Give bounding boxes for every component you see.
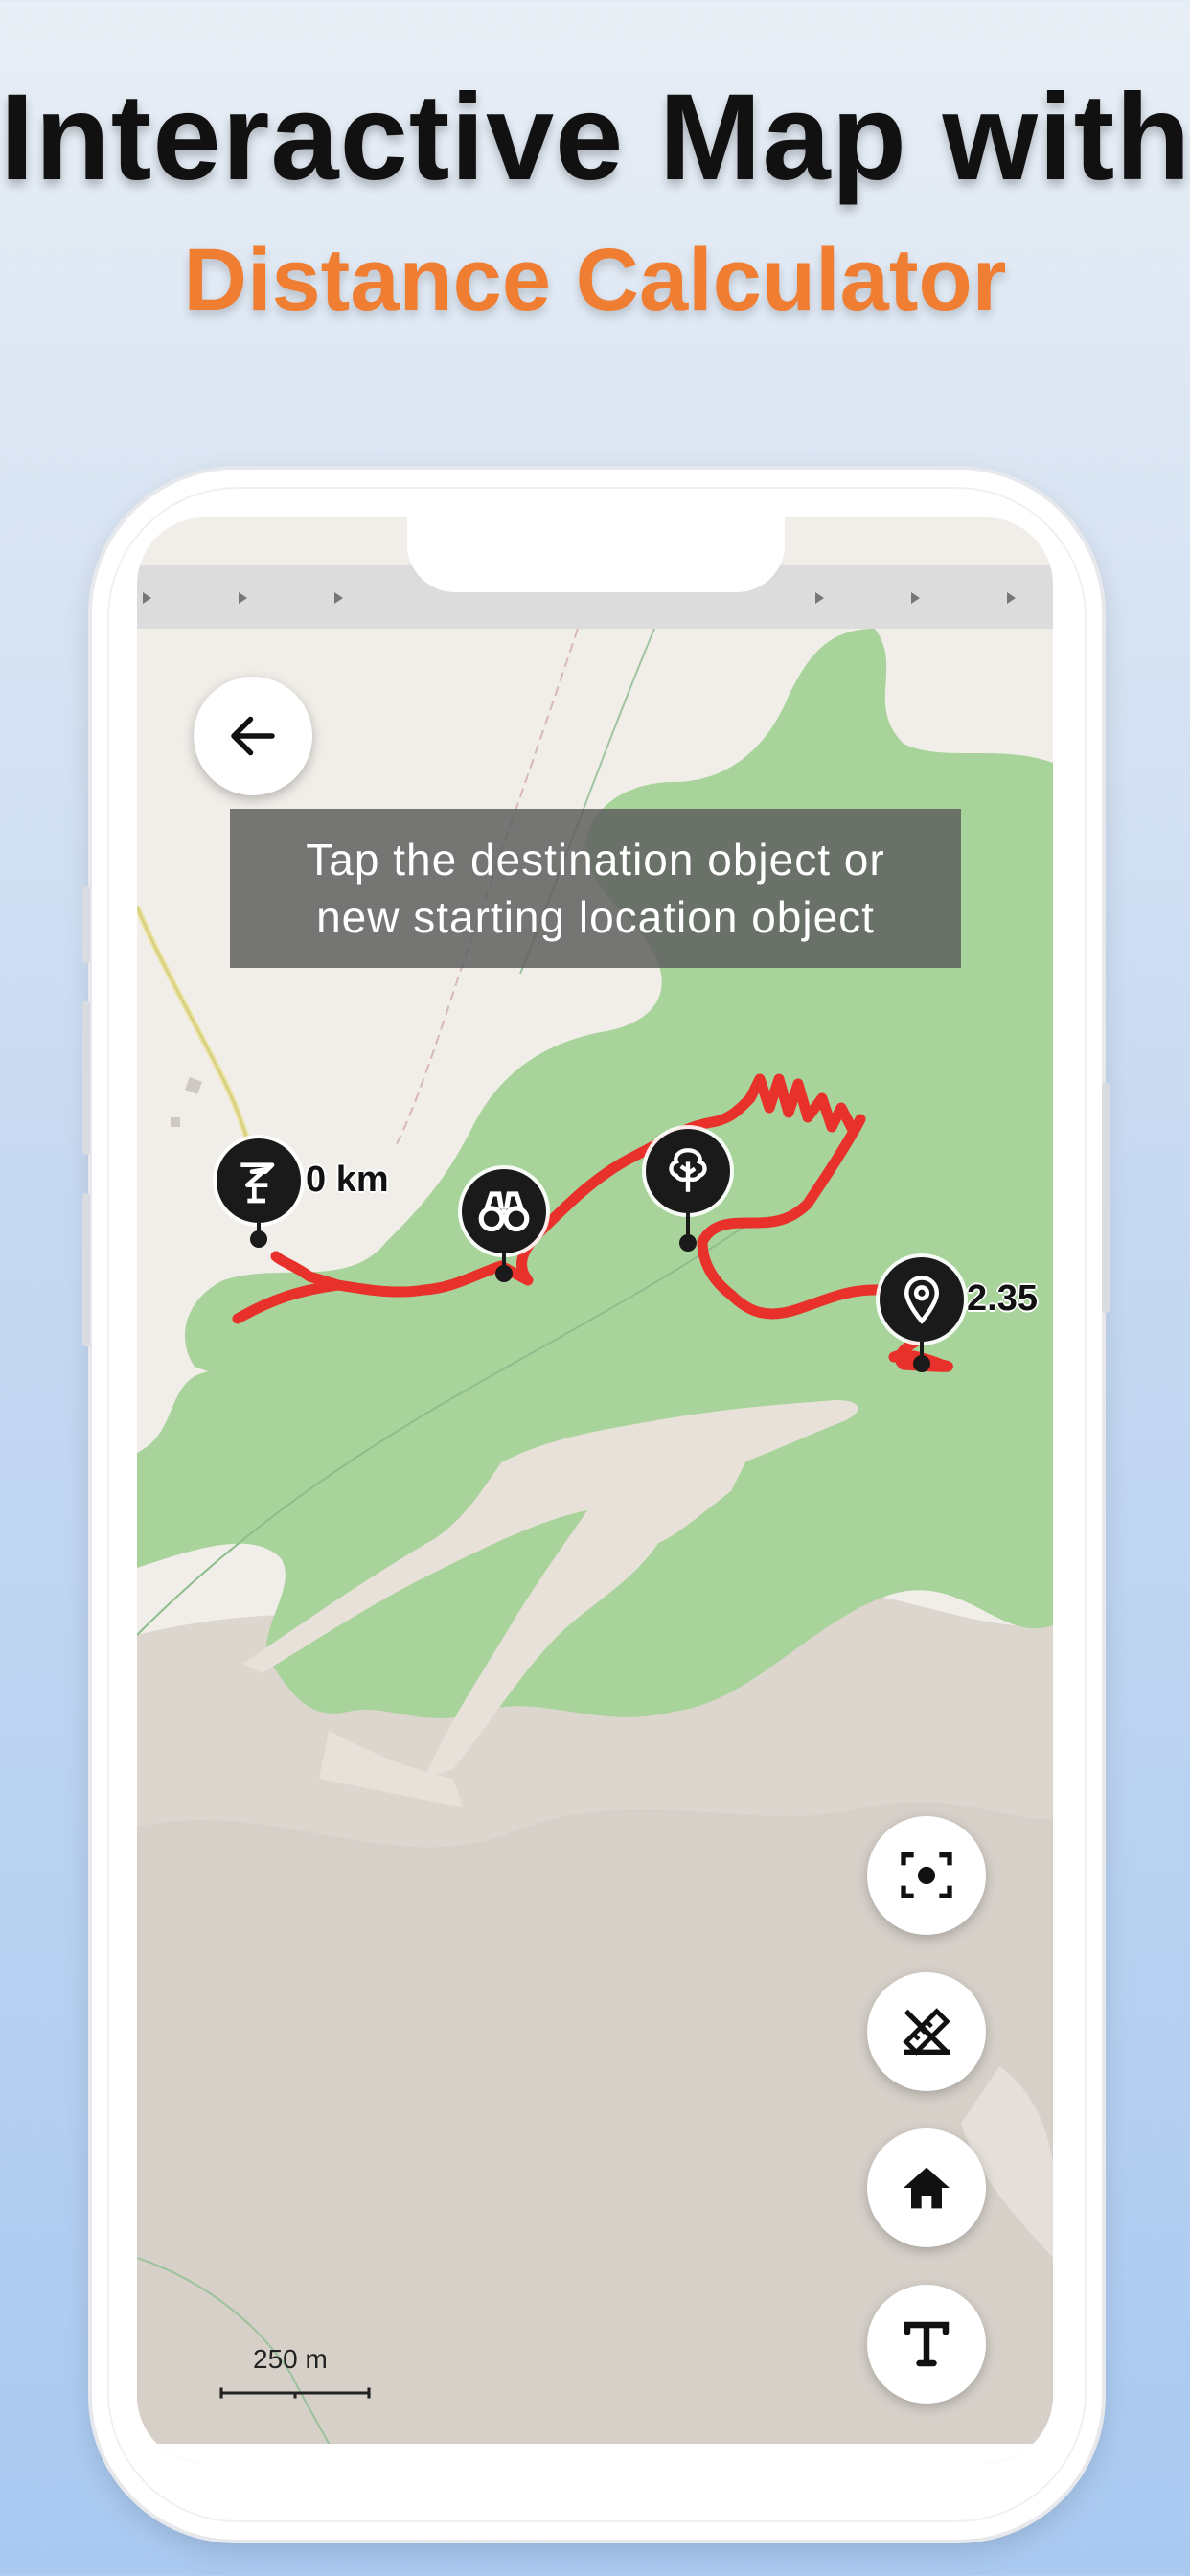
- headline-title: Interactive Map with: [0, 69, 1190, 206]
- destination-pin[interactable]: [880, 1257, 964, 1342]
- instruction-line-1: Tap the destination object or: [306, 835, 885, 885]
- headline-subtitle: Distance Calculator: [183, 231, 1007, 329]
- back-button[interactable]: [194, 677, 312, 795]
- signpost-icon: [240, 1162, 275, 1204]
- arrow-left-icon: [231, 716, 275, 756]
- pin-foot: [250, 1230, 267, 1248]
- start-distance-label: 0 km: [306, 1160, 389, 1200]
- status-indicator: [334, 592, 343, 604]
- home-icon: [904, 2167, 950, 2209]
- binoculars-icon: [478, 1191, 530, 1232]
- status-indicator: [815, 592, 824, 604]
- phone-screen: 0 km 2.35 250 m Tap the destination obje…: [137, 518, 1053, 2463]
- phone-notch: [407, 518, 785, 592]
- home-button[interactable]: [867, 2128, 986, 2247]
- pin-foot: [679, 1234, 697, 1252]
- text-button[interactable]: [867, 2285, 986, 2404]
- phone-side-button: [82, 886, 90, 963]
- ruler-off-icon: [903, 2008, 950, 2056]
- toggle-measure-button[interactable]: [867, 1972, 986, 2091]
- scale-bar: [219, 2387, 371, 2399]
- status-indicator: [1007, 592, 1016, 604]
- text-icon: [904, 2321, 950, 2367]
- tree-pin[interactable]: [646, 1129, 730, 1213]
- instruction-line-2: new starting location object: [316, 892, 875, 942]
- scale-label: 250 m: [253, 2344, 328, 2374]
- start-signpost-pin[interactable]: [217, 1138, 301, 1223]
- home-indicator-area: [137, 2444, 1053, 2463]
- status-indicator: [143, 592, 151, 604]
- focus-location-icon: [901, 1852, 952, 1898]
- viewpoint-pin[interactable]: [462, 1169, 546, 1254]
- tree-icon: [669, 1148, 707, 1192]
- pin-foot: [913, 1355, 930, 1372]
- status-indicator: [239, 592, 247, 604]
- location-marker-icon: [904, 1276, 940, 1324]
- phone-side-button: [1102, 1083, 1110, 1313]
- status-indicator: [911, 592, 920, 604]
- pin-foot: [495, 1265, 513, 1282]
- instruction-banner: Tap the destination object or new starti…: [230, 809, 961, 968]
- phone-side-button: [82, 1193, 90, 1346]
- focus-location-button[interactable]: [867, 1816, 986, 1935]
- phone-side-button: [82, 1001, 90, 1155]
- end-distance-label: 2.35: [967, 1278, 1038, 1319]
